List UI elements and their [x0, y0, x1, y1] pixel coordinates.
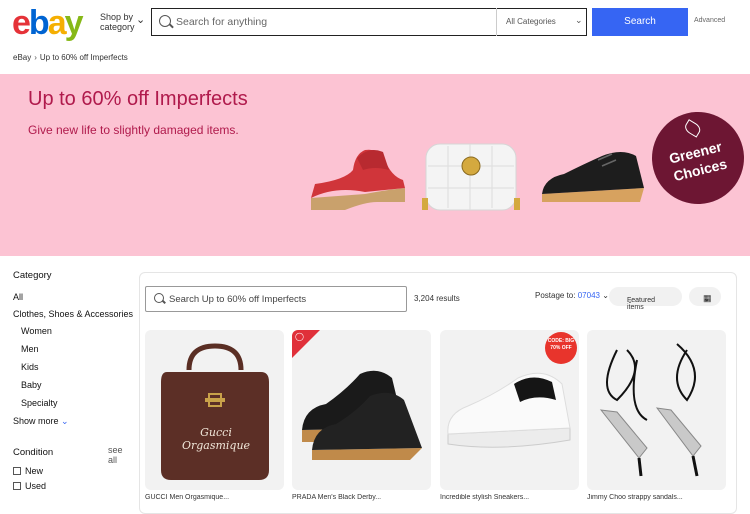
leaf-icon [682, 119, 703, 138]
breadcrumb: eBay › Up to 60% off Imperfects [13, 53, 128, 62]
category-specialty[interactable]: Specialty [21, 398, 58, 408]
shop-by-category-button[interactable]: Shop by category ⌄ [100, 12, 145, 32]
condition-used-label: Used [25, 481, 47, 491]
condition-new-label: New [25, 466, 44, 476]
greener-choices-badge: Greener Choices [642, 102, 750, 214]
promo-banner: Up to 60% off Imperfects Give new life t… [0, 74, 750, 256]
category-all[interactable]: All [13, 292, 23, 302]
sort-dropdown[interactable]: Featured items ⌄ [609, 287, 682, 311]
chevron-down-icon: ⌄ [599, 291, 609, 300]
search-icon [159, 15, 171, 27]
category-heading: Category [13, 270, 52, 281]
postage-label: Postage to: [535, 291, 576, 300]
show-more-button[interactable]: Show more ⌄ [13, 416, 69, 427]
product-card[interactable]: CODE: BIG 70% OFF [440, 330, 579, 490]
results-count: 3,204 results [414, 294, 460, 303]
category-kids[interactable]: Kids [21, 362, 39, 372]
header: ebay Shop by category ⌄ Search for anyth… [0, 0, 750, 48]
black-derby-shoes-image [302, 370, 422, 460]
postage-zip: 07043 [577, 291, 600, 300]
promo-discount-label: 70% OFF [550, 345, 572, 351]
category-select[interactable]: All Categories ⌄ [496, 8, 587, 36]
breadcrumb-current[interactable]: Up to 60% off Imperfects [40, 53, 128, 62]
search-placeholder: Search for anything [176, 16, 268, 28]
chevron-down-icon: ⌄ [703, 293, 711, 303]
breadcrumb-ebay[interactable]: eBay [13, 53, 31, 62]
banner-subtitle: Give new life to slightly damaged items. [28, 123, 239, 137]
product-bag-label: Gucci Orgasmique [181, 426, 251, 452]
chevron-right-icon: › [34, 53, 37, 62]
banner-title: Up to 60% off Imperfects [28, 88, 248, 110]
chevron-down-icon: ⌄ [61, 416, 69, 426]
chevron-down-icon: ⌄ [575, 15, 583, 25]
search-button[interactable]: Search [592, 8, 688, 36]
results-search-input[interactable]: Search Up to 60% off Imperfects [145, 286, 407, 312]
ebay-logo[interactable]: ebay [12, 4, 84, 42]
category-women[interactable]: Women [21, 326, 52, 336]
strappy-heels-image [599, 343, 702, 477]
condition-new-checkbox[interactable]: New [13, 466, 43, 476]
category-clothes-shoes-accessories[interactable]: Clothes, Shoes & Accessories [13, 309, 133, 319]
promo-code-label: CODE: BIG [547, 338, 575, 344]
category-label: category [100, 22, 135, 32]
results-search-placeholder: Search Up to 60% off Imperfects [169, 294, 307, 305]
product-card[interactable]: Gucci Orgasmique [145, 330, 284, 490]
brown-handbag-image [161, 343, 269, 480]
see-all-link[interactable]: see all [108, 445, 133, 465]
search-icon [154, 293, 164, 303]
advanced-search-link[interactable]: Advanced [694, 17, 725, 24]
category-select-value: All Categories [506, 17, 556, 26]
view-toggle[interactable]: ▦ ⌄ [689, 287, 721, 306]
shop-by-label: Shop by [100, 12, 134, 22]
show-more-label: Show more [13, 416, 59, 426]
promo-code-badge: CODE: BIG 70% OFF [545, 332, 577, 364]
white-quilted-bag-image [422, 143, 520, 211]
clock-icon: ◯ [295, 332, 304, 341]
product-card[interactable]: ◯ [292, 330, 431, 490]
condition-used-checkbox[interactable]: Used [13, 481, 46, 491]
checkbox-icon [13, 467, 21, 475]
chevron-down-icon: ⌄ [627, 298, 633, 305]
chevron-down-icon: ⌄ [136, 14, 146, 26]
checkbox-icon [13, 482, 21, 490]
category-men[interactable]: Men [21, 344, 39, 354]
condition-heading: Condition [13, 447, 54, 458]
postage-to[interactable]: Postage to: 07043 ⌄ [535, 291, 609, 300]
red-wedge-sandal-image [311, 149, 405, 210]
product-card[interactable] [587, 330, 726, 490]
category-baby[interactable]: Baby [21, 380, 42, 390]
black-platform-shoe-image [542, 152, 644, 202]
